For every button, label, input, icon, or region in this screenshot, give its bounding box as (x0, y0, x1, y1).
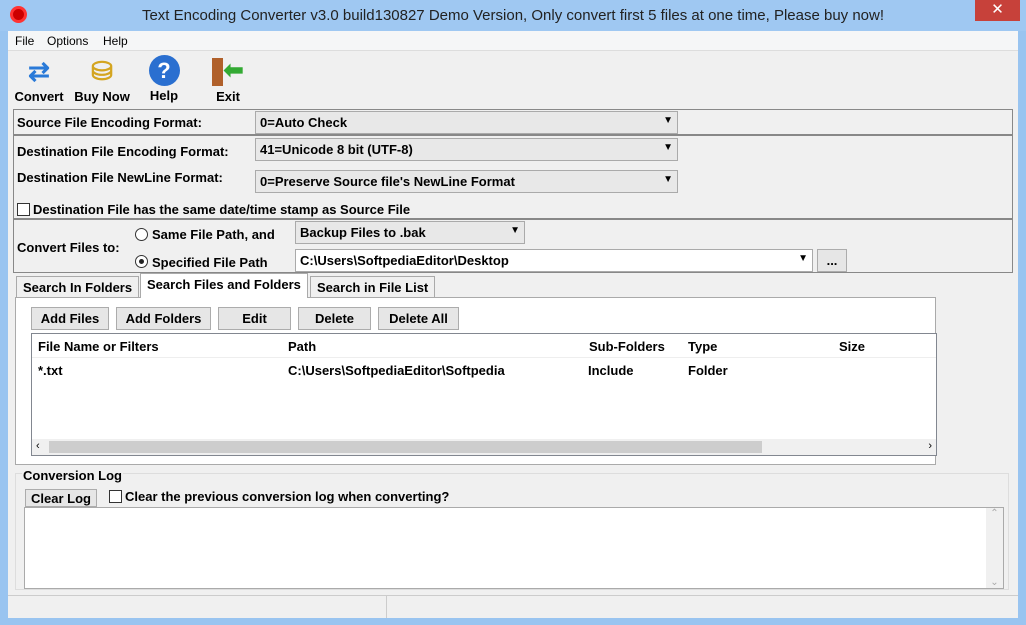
add-folders-button[interactable]: Add Folders (116, 307, 211, 330)
chevron-down-icon: ▼ (663, 142, 673, 153)
dest-encoding-label: Destination File Encoding Format: (17, 144, 229, 159)
window-title: Text Encoding Converter v3.0 build130827… (141, 7, 885, 24)
same-path-label: Same File Path, and (152, 227, 275, 242)
cell-path: C:\Users\SoftpediaEditor\Softpedia (288, 363, 505, 378)
status-bar (8, 595, 1018, 618)
convert-to-label: Convert Files to: (17, 240, 120, 255)
timestamp-label: Destination File has the same date/time … (33, 202, 411, 217)
chevron-down-icon: ▼ (798, 253, 808, 264)
close-button[interactable]: ✕ (975, 0, 1020, 21)
path-value: C:\Users\SoftpediaEditor\Desktop (300, 253, 509, 268)
tab-search-in-file-list[interactable]: Search in File List (310, 276, 436, 297)
dest-encoding-select[interactable]: 41=Unicode 8 bit (UTF-8) ▼ (255, 138, 678, 161)
log-title: Conversion Log (22, 468, 123, 483)
same-path-radio[interactable] (135, 228, 148, 241)
source-panel: Source File Encoding Format: 0=Auto Chec… (13, 109, 1013, 135)
list-header: File Name or Filters Path Sub-Folders Ty… (32, 334, 936, 358)
edit-button[interactable]: Edit (218, 307, 291, 330)
log-textarea[interactable]: ⌃ ⌄ (24, 507, 1004, 589)
vertical-scrollbar[interactable]: ⌃ ⌄ (986, 508, 1003, 588)
title-bar: Text Encoding Converter v3.0 build130827… (0, 0, 1026, 31)
log-group: Conversion Log Clear Log Clear the previ… (15, 468, 1009, 590)
column-header-filename[interactable]: File Name or Filters (38, 339, 159, 354)
convert-to-panel: Convert Files to: Same File Path, and Ba… (13, 219, 1013, 273)
file-list: File Name or Filters Path Sub-Folders Ty… (31, 333, 937, 456)
delete-button[interactable]: Delete (298, 307, 371, 330)
help-label: Help (149, 88, 179, 103)
scrollbar-thumb[interactable] (49, 441, 762, 453)
menu-bar: File Options Help (8, 31, 1018, 51)
clear-log-option-label: Clear the previous conversion log when c… (125, 489, 450, 504)
buy-now-button[interactable]: ⛁ Buy Now (72, 55, 132, 104)
browse-button[interactable]: ... (817, 249, 847, 272)
chevron-down-icon: ▼ (663, 174, 673, 185)
exit-door-icon: ⬅ (211, 55, 245, 87)
cell-filename: *.txt (38, 363, 63, 378)
newline-label: Destination File NewLine Format: (17, 170, 223, 185)
backup-value: Backup Files to .bak (300, 225, 426, 240)
chevron-down-icon: ▼ (510, 225, 520, 236)
convert-label: Convert (14, 89, 64, 104)
help-icon: ? (148, 55, 180, 86)
clear-log-button[interactable]: Clear Log (25, 489, 97, 507)
specified-path-radio[interactable] (135, 255, 148, 268)
exit-button[interactable]: ⬅ Exit (208, 55, 248, 104)
delete-all-button[interactable]: Delete All (378, 307, 459, 330)
add-files-button[interactable]: Add Files (31, 307, 109, 330)
source-encoding-select[interactable]: 0=Auto Check ▼ (255, 111, 678, 134)
source-encoding-value: 0=Auto Check (260, 115, 348, 130)
cell-type: Folder (688, 363, 728, 378)
tab-search-files-and-folders[interactable]: Search Files and Folders (140, 273, 308, 298)
source-encoding-label: Source File Encoding Format: (17, 115, 202, 130)
cell-subfolders: Include (588, 363, 634, 378)
column-header-path[interactable]: Path (288, 339, 316, 354)
menu-help[interactable]: Help (103, 34, 128, 48)
main-window: File Options Help ⇄ Convert ⛁ Buy Now ? Hel… (8, 31, 1018, 618)
scroll-right-icon[interactable]: › (928, 440, 932, 452)
menu-file[interactable]: File (15, 34, 34, 48)
column-header-subfolders[interactable]: Sub-Folders (589, 339, 665, 354)
backup-select[interactable]: Backup Files to .bak ▼ (295, 221, 525, 244)
newline-value: 0=Preserve Source file's NewLine Format (260, 174, 515, 189)
status-divider (386, 596, 387, 618)
horizontal-scrollbar[interactable]: ‹ › (32, 439, 936, 455)
destination-panel: Destination File Encoding Format: 41=Uni… (13, 135, 1013, 219)
dest-encoding-value: 41=Unicode 8 bit (UTF-8) (260, 142, 413, 157)
tab-search-in-folders[interactable]: Search In Folders (16, 276, 140, 297)
newline-select[interactable]: 0=Preserve Source file's NewLine Format ▼ (255, 170, 678, 193)
clear-log-checkbox[interactable] (109, 490, 122, 503)
coins-icon: ⛁ (91, 56, 113, 86)
table-row[interactable]: *.txt C:\Users\SoftpediaEditor\Softpedia… (32, 358, 936, 380)
column-header-type[interactable]: Type (688, 339, 717, 354)
timestamp-checkbox[interactable] (17, 203, 30, 216)
buy-now-label: Buy Now (74, 89, 130, 104)
specified-path-label: Specified File Path (152, 255, 268, 270)
path-select[interactable]: C:\Users\SoftpediaEditor\Desktop ▼ (295, 249, 813, 272)
exit-label: Exit (216, 89, 240, 104)
tab-panel: Add Files Add Folders Edit Delete Delete… (15, 297, 937, 465)
convert-arrows-icon: ⇄ (28, 56, 50, 86)
menu-options[interactable]: Options (47, 34, 88, 48)
help-button[interactable]: ? Help (142, 55, 186, 103)
scroll-left-icon[interactable]: ‹ (36, 440, 40, 452)
chevron-down-icon: ▼ (663, 115, 673, 126)
column-header-size[interactable]: Size (839, 339, 865, 354)
convert-button[interactable]: ⇄ Convert (13, 55, 65, 104)
